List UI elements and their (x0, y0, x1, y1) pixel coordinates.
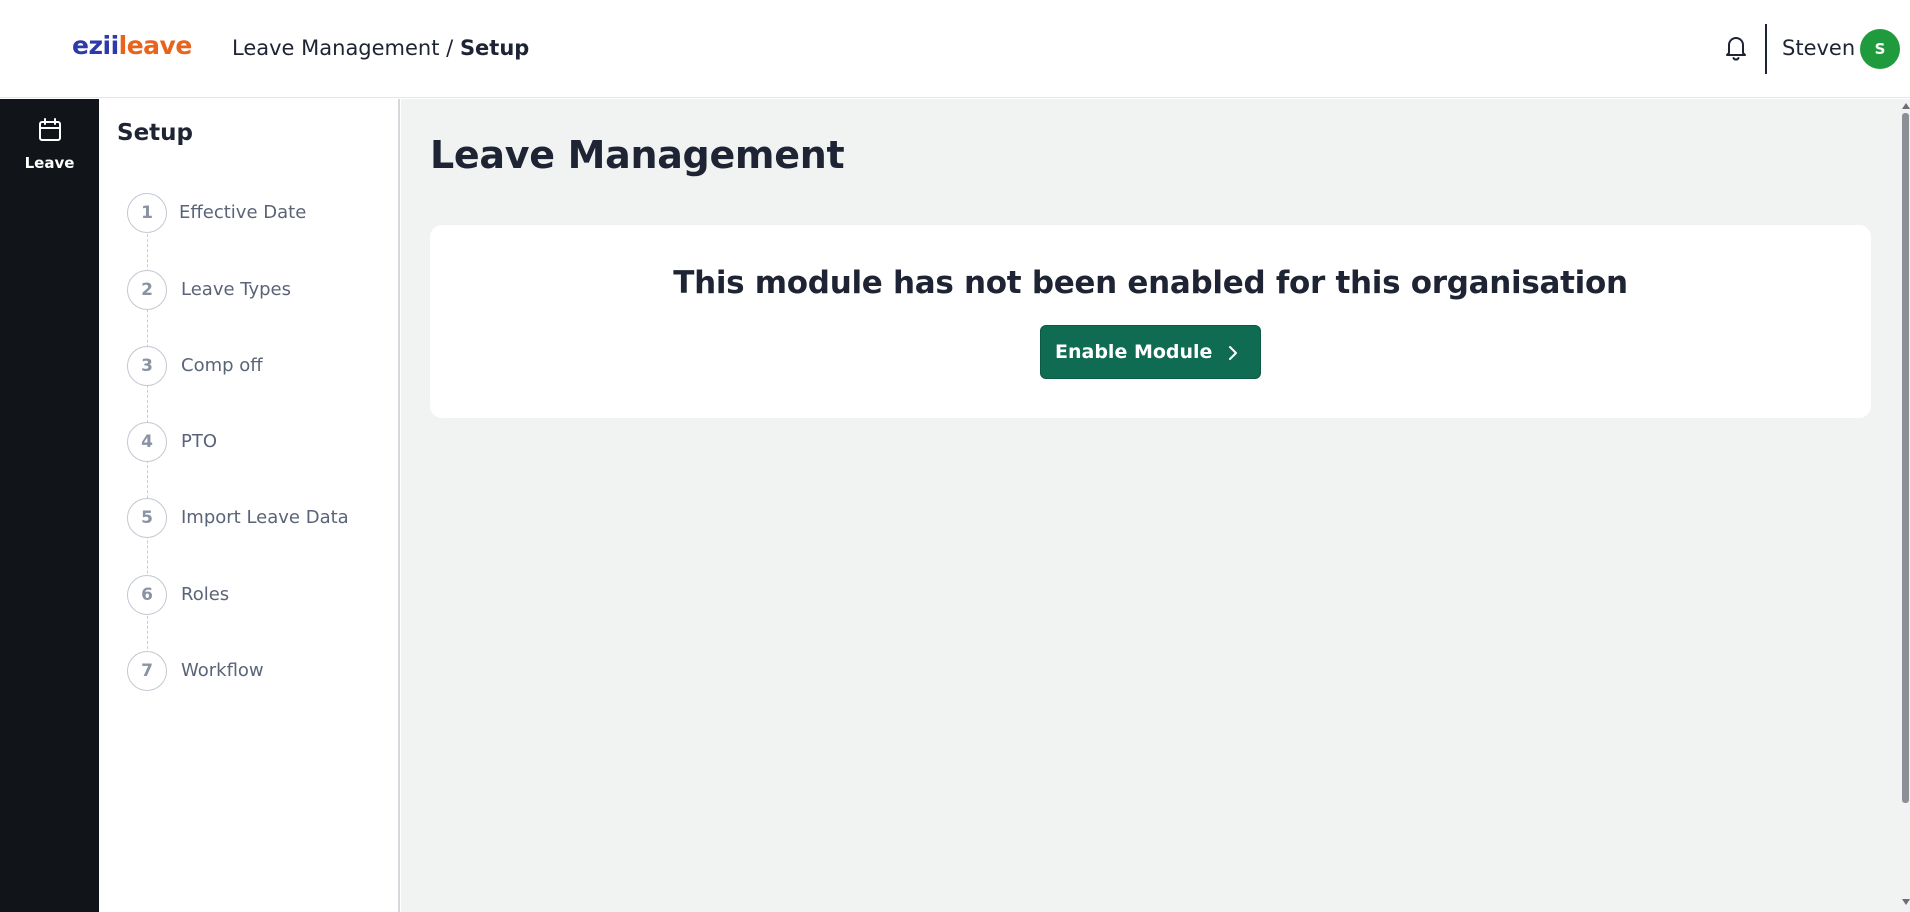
enable-module-label: Enable Module (1055, 341, 1213, 363)
breadcrumb-separator: / (446, 36, 454, 60)
step-import-leave-data[interactable]: 5 Import Leave Data (127, 498, 392, 538)
scrollbar-thumb[interactable] (1902, 113, 1909, 803)
step-label: Leave Types (181, 279, 291, 300)
rail-item-leave[interactable]: Leave (0, 117, 99, 177)
user-name[interactable]: Steven (1782, 36, 1855, 60)
breadcrumb-current: Setup (459, 36, 530, 60)
topbar-divider (1765, 24, 1767, 74)
step-number: 3 (127, 346, 167, 386)
logo-part-leave: leave (118, 31, 193, 60)
enable-module-button[interactable]: Enable Module (1040, 325, 1261, 379)
scroll-down-arrow-icon[interactable] (1902, 899, 1910, 905)
step-roles[interactable]: 6 Roles (127, 575, 392, 615)
rail-item-label: Leave (24, 154, 75, 172)
step-label: Effective Date (179, 202, 307, 223)
step-leave-types[interactable]: 2 Leave Types (127, 270, 392, 310)
app-logo[interactable]: eziileave (72, 31, 192, 60)
step-pto[interactable]: 4 PTO (127, 422, 392, 462)
logo-part-ezii: ezii (72, 31, 119, 60)
scroll-up-arrow-icon[interactable] (1902, 103, 1910, 109)
step-number: 4 (127, 422, 167, 462)
step-label: Comp off (181, 355, 263, 376)
step-effective-date[interactable]: 1 Effective Date (127, 193, 392, 233)
top-bar: eziileave Leave Management / Setup Steve… (0, 0, 1910, 98)
step-number: 6 (127, 575, 167, 615)
step-comp-off[interactable]: 3 Comp off (127, 346, 392, 386)
step-label: PTO (181, 431, 218, 452)
step-number: 2 (127, 270, 167, 310)
avatar[interactable]: S (1860, 29, 1900, 69)
calendar-icon (37, 117, 63, 143)
step-number: 5 (127, 498, 167, 538)
chevron-right-icon (1228, 344, 1238, 360)
step-workflow[interactable]: 7 Workflow (127, 651, 392, 691)
step-label: Roles (181, 584, 230, 605)
module-status-card: This module has not been enabled for thi… (430, 225, 1871, 418)
step-label: Import Leave Data (181, 507, 349, 528)
setup-title: Setup (117, 120, 193, 146)
bell-icon[interactable] (1723, 32, 1749, 62)
step-number: 7 (127, 651, 167, 691)
setup-panel: Setup 1 Effective Date 2 Leave Types 3 C… (99, 99, 400, 912)
module-disabled-message: This module has not been enabled for thi… (673, 265, 1628, 301)
breadcrumb: Leave Management / Setup (232, 36, 529, 60)
step-number: 1 (127, 193, 167, 233)
page-title: Leave Management (430, 133, 845, 177)
vertical-scrollbar[interactable] (1901, 99, 1910, 912)
module-rail: Leave (0, 99, 99, 912)
main-content: Leave Management This module has not bee… (401, 99, 1901, 912)
breadcrumb-parent[interactable]: Leave Management (232, 36, 439, 60)
step-label: Workflow (181, 660, 264, 681)
